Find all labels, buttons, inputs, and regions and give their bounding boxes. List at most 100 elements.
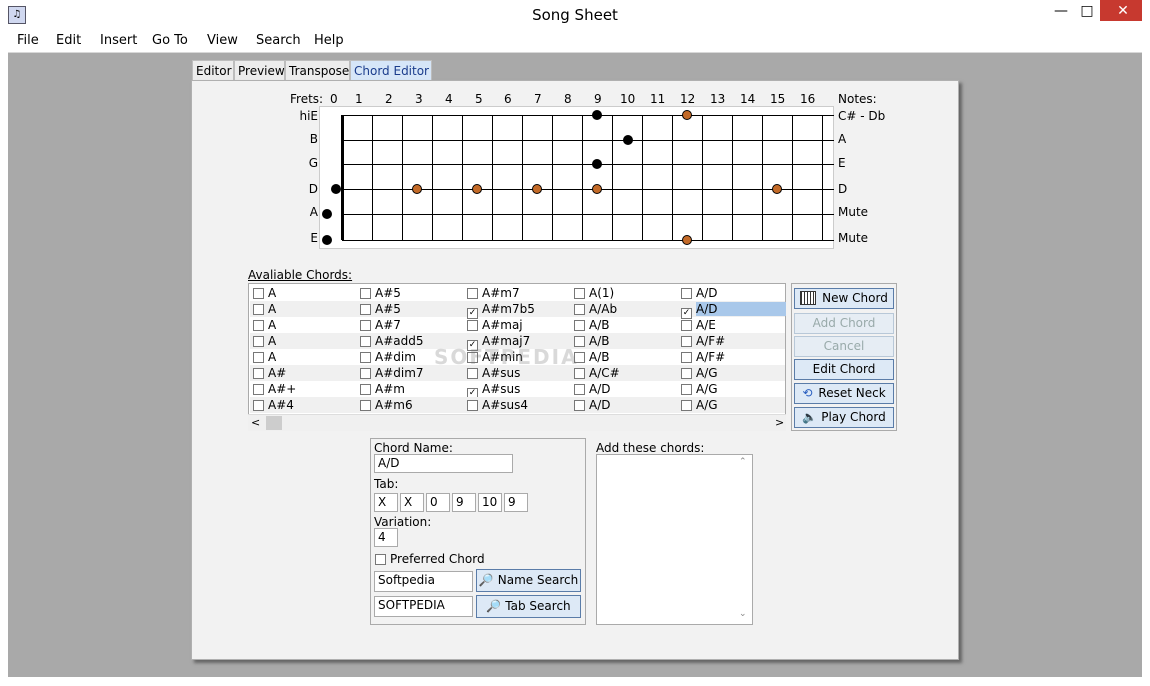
chord-checkbox[interactable] — [681, 352, 692, 363]
chord-item[interactable]: A/F# — [681, 350, 725, 365]
chord-item[interactable]: A#dim7 — [360, 366, 424, 381]
chord-checkbox[interactable] — [253, 304, 264, 315]
tab-input-1[interactable]: X — [374, 493, 398, 512]
add-chord-button[interactable]: Add Chord — [794, 313, 894, 334]
chord-item[interactable]: A(1) — [574, 286, 614, 301]
chord-checkbox[interactable] — [574, 288, 585, 299]
preferred-checkbox-box[interactable] — [375, 554, 386, 565]
variation-input[interactable]: 4 — [374, 528, 398, 547]
menu-goto[interactable]: Go To — [152, 33, 188, 48]
scroll-up-icon[interactable]: ⌃ — [739, 457, 747, 467]
fret-marker[interactable] — [772, 184, 782, 194]
chord-item[interactable]: A/C# — [574, 366, 620, 381]
edit-chord-button[interactable]: Edit Chord — [794, 359, 894, 380]
chord-checkbox[interactable] — [360, 304, 371, 315]
chord-name-input[interactable]: A/D — [374, 454, 513, 473]
chord-item[interactable]: A — [253, 302, 276, 317]
menu-insert[interactable]: Insert — [100, 33, 137, 48]
chord-checkbox[interactable] — [360, 336, 371, 347]
chord-checkbox[interactable] — [681, 336, 692, 347]
scroll-right-icon[interactable]: > — [775, 416, 784, 429]
fret-marker[interactable] — [331, 184, 341, 194]
chord-checkbox[interactable] — [253, 320, 264, 331]
fret-marker[interactable] — [322, 235, 332, 245]
chord-item[interactable]: A#dim — [360, 350, 416, 365]
chord-checkbox[interactable] — [467, 288, 478, 299]
tab-chord-editor[interactable]: Chord Editor — [350, 60, 432, 82]
fret-marker[interactable] — [592, 159, 602, 169]
chord-item[interactable]: A — [253, 286, 276, 301]
chord-checkbox[interactable] — [681, 368, 692, 379]
tab-input-4[interactable]: 9 — [452, 493, 476, 512]
chord-checkbox[interactable] — [681, 288, 692, 299]
chord-checkbox[interactable] — [253, 400, 264, 411]
chord-checkbox[interactable] — [681, 384, 692, 395]
chord-checkbox[interactable] — [467, 368, 478, 379]
reset-neck-button[interactable]: ⟲ Reset Neck — [794, 383, 894, 404]
fret-marker[interactable] — [532, 184, 542, 194]
chord-item[interactable]: A#m — [360, 382, 405, 397]
tab-input-5[interactable]: 10 — [478, 493, 502, 512]
fret-marker[interactable] — [472, 184, 482, 194]
chord-checkbox[interactable] — [574, 320, 585, 331]
chord-item[interactable]: ✓ A#sus — [467, 382, 520, 399]
maximize-icon[interactable]: □ — [1074, 0, 1100, 22]
chord-item[interactable]: A/F# — [681, 334, 725, 349]
preferred-chord-checkbox[interactable]: Preferred Chord — [375, 552, 485, 566]
tab-editor[interactable]: Editor — [192, 60, 234, 81]
menu-search[interactable]: Search — [256, 33, 301, 48]
chord-item[interactable]: A/B — [574, 318, 609, 333]
chord-checkbox[interactable] — [574, 368, 585, 379]
chord-item[interactable]: A/D — [574, 382, 611, 397]
tab-transpose[interactable]: Transpose — [285, 60, 350, 81]
cancel-button[interactable]: Cancel — [794, 336, 894, 357]
chord-item[interactable]: A — [253, 334, 276, 349]
chord-checkbox[interactable] — [360, 320, 371, 331]
tab-input-2[interactable]: X — [400, 493, 424, 512]
chord-checkbox[interactable] — [574, 304, 585, 315]
chord-item[interactable]: A#7 — [360, 318, 401, 333]
chord-item[interactable]: ✓ A#m7b5 — [467, 302, 535, 319]
chord-item[interactable]: A#add5 — [360, 334, 424, 349]
chord-checkbox[interactable] — [360, 368, 371, 379]
chord-item[interactable]: A#5 — [360, 286, 401, 301]
fret-marker[interactable] — [623, 135, 633, 145]
chord-checkbox[interactable] — [681, 400, 692, 411]
fret-marker[interactable] — [412, 184, 422, 194]
chord-item[interactable]: A/D — [574, 398, 611, 413]
scroll-left-icon[interactable]: < — [251, 416, 260, 429]
name-search-button[interactable]: 🔎 Name Search — [476, 569, 581, 592]
chord-checkbox[interactable] — [253, 288, 264, 299]
name-search-input[interactable]: Softpedia — [374, 571, 473, 592]
chord-item[interactable]: A/G — [681, 398, 718, 413]
chord-item[interactable]: A/G — [681, 366, 718, 381]
fret-marker[interactable] — [592, 110, 602, 120]
chord-checkbox[interactable] — [574, 400, 585, 411]
chord-item[interactable]: A#+ — [253, 382, 296, 397]
fret-marker[interactable] — [682, 110, 692, 120]
chord-item[interactable]: A#4 — [253, 398, 294, 413]
chord-item[interactable]: A/E — [681, 318, 716, 333]
chord-checkbox[interactable] — [360, 352, 371, 363]
chord-checkbox[interactable] — [253, 384, 264, 395]
menu-edit[interactable]: Edit — [56, 33, 81, 48]
chord-item[interactable]: A# — [253, 366, 286, 381]
scroll-down-icon[interactable]: ⌄ — [739, 609, 747, 619]
chord-checkbox[interactable] — [360, 384, 371, 395]
chord-item[interactable]: A/G — [681, 382, 718, 397]
menu-view[interactable]: View — [207, 33, 238, 48]
chord-checkbox[interactable] — [253, 368, 264, 379]
chord-item[interactable]: A/D — [681, 286, 718, 301]
play-chord-button[interactable]: 🔈 Play Chord — [794, 407, 894, 428]
chord-item[interactable]: A/B — [574, 334, 609, 349]
chord-checkbox[interactable] — [360, 400, 371, 411]
chord-item[interactable]: A#m6 — [360, 398, 413, 413]
fretboard[interactable] — [319, 106, 834, 249]
tab-search-input[interactable]: SOFTPEDIA — [374, 596, 473, 617]
chord-item[interactable]: A#5 — [360, 302, 401, 317]
chord-checkbox[interactable] — [574, 384, 585, 395]
chord-checkbox[interactable] — [253, 352, 264, 363]
chord-list-hscroll[interactable]: < > — [248, 414, 786, 431]
menu-help[interactable]: Help — [314, 33, 344, 48]
chord-checkbox[interactable] — [681, 320, 692, 331]
